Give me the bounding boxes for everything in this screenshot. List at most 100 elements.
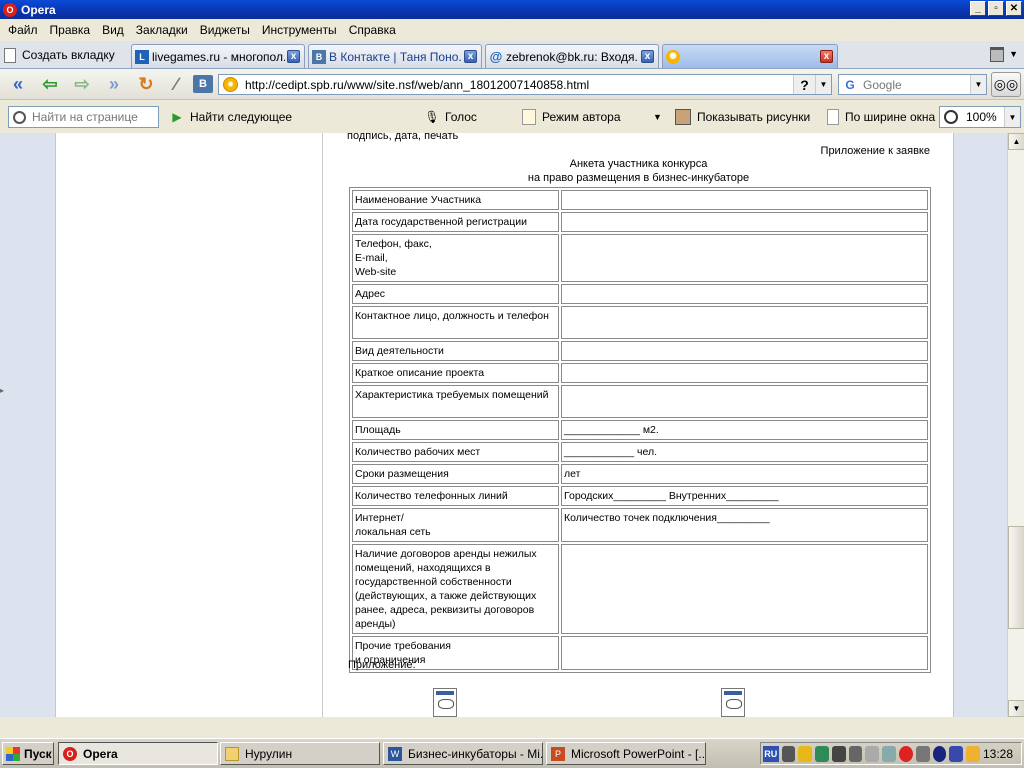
blocked-icon[interactable] [898,745,913,762]
fast-forward-icon[interactable]: » [102,73,126,95]
find-next-button[interactable]: ▶ Найти следующее [170,107,292,127]
search-box[interactable]: G Google ▼ [838,74,987,95]
show-images-button[interactable]: Показывать рисунки [675,107,810,127]
device-icon[interactable] [865,745,880,762]
table-row: Краткое описание проекта [352,363,928,383]
menu-bookmarks[interactable]: Закладки [130,23,194,37]
tray-app-icon[interactable] [915,745,930,762]
voice-label: Голос [445,110,477,124]
clock: 13:28 [982,746,1013,761]
window-title: Opera [21,2,56,17]
tab-current-page[interactable]: ✺ x [662,44,838,68]
folder-icon [225,746,239,761]
chevron-down-icon[interactable]: ▼ [1004,107,1020,127]
find-placeholder[interactable]: Найти на странице [32,110,138,124]
new-tab-button[interactable]: Создать вкладку [4,44,115,66]
taskbar-item-opera[interactable]: O Opera [58,742,218,765]
taskbar-item-powerpoint[interactable]: P Microsoft PowerPoint - [... [546,742,706,765]
table-row: Адрес [352,284,928,304]
zoom-value: 100% [966,110,997,124]
scroll-up-icon[interactable]: ▲ [1008,133,1024,150]
taskbar-item-label: Opera [83,746,118,761]
reload-icon[interactable]: ↻ [134,73,158,95]
tray-app-icon[interactable] [966,745,980,762]
hand-icon[interactable] [882,745,896,762]
windows-logo-icon [6,746,20,761]
tab-close-icon[interactable]: x [464,50,477,63]
rewind-icon[interactable]: « [6,73,30,95]
tab-livegames[interactable]: L livegames.ru - многопол... x [131,44,305,68]
author-mode-dropdown[interactable]: ▼ [653,107,662,127]
form-field-value: Количество точек подключения_________ [561,508,928,542]
address-bar[interactable]: ✺ http://cedipt.spb.ru/www/site.nsf/web/… [218,74,832,95]
forward-icon[interactable]: ⇨ [70,73,94,95]
taskbar: Пуск O Opera Нурулин W Бизнес-инкубаторы… [0,738,1024,768]
antivirus-icon[interactable] [815,745,829,762]
taskbar-item-word[interactable]: W Бизнес-инкубаторы - Mi... [383,742,543,765]
at-mail-icon: @ [489,49,503,64]
table-row: Прочие требования и ограничения [352,636,928,670]
zoom-control[interactable]: 100% ▼ [939,106,1021,128]
page-viewport: ▸ подпись, дата, печать Приложение к зая… [0,133,1007,717]
menu-file[interactable]: Файл [2,23,44,37]
menu-view[interactable]: Вид [96,23,130,37]
vkontakte-icon[interactable]: B [193,75,213,93]
network-icon[interactable] [781,745,796,762]
minimize-button[interactable]: _ [970,1,986,16]
help-icon[interactable]: ? [793,75,815,94]
form-field-value [561,341,928,361]
form-field-value [561,385,928,418]
title-bar: O Opera _ ▫ ✕ [0,0,1024,19]
chevron-down-icon[interactable]: ▼ [815,75,831,94]
author-mode-button[interactable]: Режим автора [522,107,621,127]
menu-widgets[interactable]: Виджеты [194,23,256,37]
tray-app-icon[interactable] [932,745,947,762]
tab-vkontakte[interactable]: B В Контакте | Таня Поно... x [308,44,482,68]
start-label: Пуск [24,746,52,761]
url-text[interactable]: http://cedipt.spb.ru/www/site.nsf/web/an… [245,78,793,92]
shield-icon[interactable] [798,745,813,762]
scroll-down-icon[interactable]: ▼ [1008,700,1024,717]
zoom-icon [944,110,958,124]
glasses-icon[interactable]: ◎◎ [991,72,1021,97]
tab-close-icon[interactable]: x [641,50,654,63]
taskbar-item-folder[interactable]: Нурулин [220,742,380,765]
table-row: Дата государственной регистрации [352,212,928,232]
edit-pen-icon[interactable]: ∕ [164,73,188,95]
form-field-label: Контактное лицо, должность и телефон [352,306,559,339]
find-input[interactable]: Найти на странице [8,106,159,128]
language-indicator[interactable]: RU [763,745,779,762]
annex-label: Приложение к заявке [820,145,930,157]
start-button[interactable]: Пуск [2,742,54,765]
attachment-file-icon[interactable] [433,688,457,717]
tab-close-icon[interactable]: x [820,50,833,63]
form-field-label: Вид деятельности [352,341,559,361]
form-field-value: _____________ м2. [561,420,928,440]
close-button[interactable]: ✕ [1006,1,1022,16]
menu-help[interactable]: Справка [343,23,402,37]
tab-close-icon[interactable]: x [287,50,300,63]
fit-width-button[interactable]: По ширине окна [827,107,935,127]
back-icon[interactable]: ⇦ [38,73,62,95]
attachment-file-icon[interactable] [721,688,745,717]
menu-tools[interactable]: Инструменты [256,23,343,37]
chevron-down-icon[interactable]: ▼ [970,75,986,94]
form-field-label: Телефон, факс, E-mail, Web-site [352,234,559,282]
scrollbar-thumb[interactable] [1008,526,1024,629]
trash-icon[interactable] [990,47,1004,62]
voice-button[interactable]: 🎙 Голос [424,107,477,127]
network-icon[interactable] [831,745,846,762]
window-controls: _ ▫ ✕ [970,1,1022,16]
taskbar-item-label: Нурулин [245,746,293,761]
search-placeholder[interactable]: Google [863,78,970,92]
network-icon[interactable] [848,745,863,762]
menu-edit[interactable]: Правка [44,23,97,37]
chevron-down-icon[interactable]: ▼ [1009,49,1018,59]
panel-toggle-icon[interactable]: ▸ [0,386,4,395]
maximize-button[interactable]: ▫ [988,1,1004,16]
tab-mail[interactable]: @ zebrenok@bk.ru: Входя... x [485,44,659,68]
form-field-value [561,363,928,383]
tray-app-icon[interactable] [949,745,964,762]
play-arrow-icon: ▶ [172,110,182,124]
vertical-scrollbar[interactable]: ▲ ▼ [1007,133,1024,717]
